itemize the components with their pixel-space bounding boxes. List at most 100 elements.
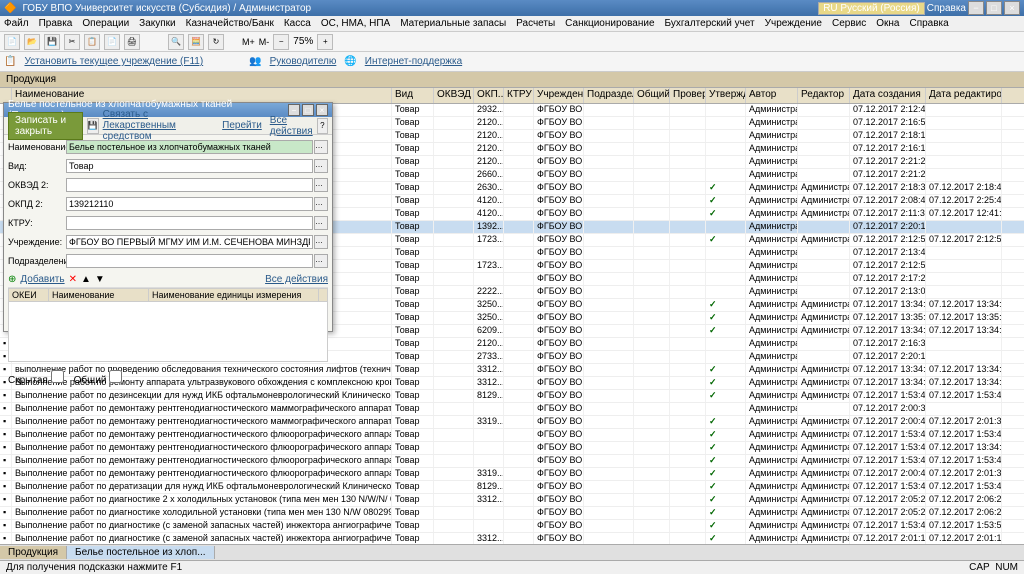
print-icon[interactable]: 🖨 — [124, 34, 140, 50]
find-icon[interactable]: 🔍 — [168, 34, 184, 50]
m-minus[interactable]: M- — [259, 37, 270, 47]
sub-grid-body[interactable] — [8, 302, 328, 362]
zoom-in-icon[interactable]: + — [317, 34, 333, 50]
select-okpd-button[interactable]: … — [314, 197, 328, 211]
maximize-button[interactable]: □ — [986, 1, 1002, 15]
goto-link[interactable]: Перейти — [222, 120, 262, 131]
col-header[interactable]: Подразделение — [584, 88, 634, 103]
menu-6[interactable]: ОС, НМА, НПА — [321, 18, 390, 29]
select-podr-button[interactable]: … — [314, 254, 328, 268]
internet-icon[interactable]: 🌐 — [344, 56, 356, 67]
col-header[interactable]: Дата создания — [850, 88, 926, 103]
menu-2[interactable]: Операции — [82, 18, 129, 29]
select-uchr-button[interactable]: … — [314, 235, 328, 249]
common-checkbox-label[interactable]: Общий — [74, 370, 123, 386]
table-row[interactable]: ▪Выполнение работ по демонтажу рентгенод… — [0, 416, 1024, 429]
copy-icon[interactable]: 📋 — [84, 34, 100, 50]
bottom-tab-0[interactable]: Продукция — [0, 546, 67, 559]
manager-link[interactable]: Руководителю — [270, 56, 337, 67]
menu-5[interactable]: Касса — [284, 18, 311, 29]
table-row[interactable]: ▪Выполнение работ по демонтажу рентгенод… — [0, 442, 1024, 455]
select-vid-button[interactable]: … — [314, 159, 328, 173]
refresh-icon[interactable]: ↻ — [208, 34, 224, 50]
col-header[interactable]: Редактор — [798, 88, 850, 103]
cut-icon[interactable]: ✂ — [64, 34, 80, 50]
menu-7[interactable]: Материальные запасы — [400, 18, 506, 29]
sub-col-header[interactable]: ОКЕИ — [9, 289, 49, 301]
hidden-checkbox-label[interactable]: Скрытая — [8, 370, 64, 386]
paste-icon[interactable]: 📄 — [104, 34, 120, 50]
add-icon[interactable]: ⊕ — [8, 274, 16, 285]
save-icon[interactable]: 💾 — [44, 34, 60, 50]
link-drug[interactable]: Связать с Лекарственным средством — [103, 109, 219, 142]
table-row[interactable]: ▪Выполнение работ по демонтажу рентгенод… — [0, 403, 1024, 416]
menu-0[interactable]: Файл — [4, 18, 29, 29]
table-row[interactable]: ▪Выполнение работ по диагностике 2 х хол… — [0, 494, 1024, 507]
internet-link[interactable]: Интернет-поддержка — [365, 56, 462, 67]
close-button[interactable]: × — [1004, 1, 1020, 15]
input-uchr[interactable] — [66, 235, 313, 249]
col-header[interactable]: Автор — [746, 88, 798, 103]
table-row[interactable]: ▪Выполнение работ по демонтажу рентгенод… — [0, 455, 1024, 468]
select-name-button[interactable]: … — [314, 140, 328, 154]
help-link[interactable]: Справка — [927, 3, 966, 14]
col-header[interactable]: КТРУ — [504, 88, 534, 103]
up-icon[interactable]: ▲ — [81, 274, 91, 285]
col-header[interactable]: ОКВЭД 2 — [434, 88, 474, 103]
bottom-tab-1[interactable]: Белье постельное из хлоп... — [67, 546, 215, 559]
set-org-link[interactable]: Установить текущее учреждение (F11) — [24, 56, 203, 67]
m-plus[interactable]: M+ — [242, 37, 255, 47]
help-icon[interactable]: ? — [317, 118, 328, 134]
modal-close-button[interactable]: × — [316, 104, 328, 116]
table-row[interactable]: ▪Выполнение работ по диагностике холодил… — [0, 507, 1024, 520]
select-ktru-button[interactable]: … — [314, 216, 328, 230]
table-row[interactable]: ▪Выполнение работ по диагностике (с заме… — [0, 533, 1024, 544]
menu-9[interactable]: Санкционирование — [565, 18, 654, 29]
input-okpd[interactable] — [66, 197, 313, 211]
all-actions-link[interactable]: Все действия — [270, 115, 313, 137]
menu-3[interactable]: Закупки — [139, 18, 175, 29]
menu-8[interactable]: Расчеты — [516, 18, 555, 29]
save-icon[interactable]: 💾 — [87, 118, 99, 134]
save-close-button[interactable]: Записать и закрыть — [8, 112, 83, 140]
menu-1[interactable]: Правка — [39, 18, 73, 29]
new-icon[interactable]: 📄 — [4, 34, 20, 50]
lang-badge[interactable]: RU Русский (Россия) — [818, 2, 925, 15]
col-header[interactable]: Проверен — [670, 88, 706, 103]
zoom-out-icon[interactable]: − — [273, 34, 289, 50]
input-vid[interactable] — [66, 159, 313, 173]
col-header[interactable]: Вид — [392, 88, 434, 103]
calc-icon[interactable]: 🧮 — [188, 34, 204, 50]
sub-col-header[interactable]: Наименование единицы измерения — [149, 289, 319, 301]
menu-12[interactable]: Сервис — [832, 18, 866, 29]
table-row[interactable]: ▪Выполнение работ по диагностике (с заме… — [0, 520, 1024, 533]
minimize-button[interactable]: − — [968, 1, 984, 15]
menu-11[interactable]: Учреждение — [765, 18, 822, 29]
table-row[interactable]: ▪Выполнение работ по демонтажу рентгенод… — [0, 468, 1024, 481]
table-row[interactable]: ▪Выполнение работ по демонтажу рентгенод… — [0, 429, 1024, 442]
menu-10[interactable]: Бухгалтерский учет — [665, 18, 755, 29]
add-link[interactable]: Добавить — [20, 274, 64, 285]
sub-col-header[interactable]: Наименование — [49, 289, 149, 301]
input-name[interactable] — [66, 140, 313, 154]
col-header[interactable]: Утвержден — [706, 88, 746, 103]
input-podr[interactable] — [66, 254, 313, 268]
sub-allact-link[interactable]: Все действия — [265, 274, 328, 285]
col-header[interactable]: Учреждение — [534, 88, 584, 103]
col-header[interactable]: Дата редактирования — [926, 88, 1002, 103]
down-icon[interactable]: ▼ — [95, 274, 105, 285]
menu-14[interactable]: Справка — [909, 18, 948, 29]
open-icon[interactable]: 📂 — [24, 34, 40, 50]
menu-4[interactable]: Казначейство/Банк — [186, 18, 274, 29]
table-row[interactable]: ▪Выполнение работ по дератизации для нуж… — [0, 481, 1024, 494]
col-header[interactable]: Общий — [634, 88, 670, 103]
manager-icon[interactable]: 👥 — [249, 56, 261, 67]
menu-13[interactable]: Окна — [876, 18, 899, 29]
col-header[interactable]: ОКП... — [474, 88, 504, 103]
input-okved[interactable] — [66, 178, 313, 192]
input-ktru[interactable] — [66, 216, 313, 230]
table-row[interactable]: ▪Выполнение работ по дезинсекции для нуж… — [0, 390, 1024, 403]
delete-icon[interactable]: ✕ — [69, 274, 77, 285]
select-okved-button[interactable]: … — [314, 178, 328, 192]
set-org-icon[interactable]: 📋 — [4, 56, 16, 67]
